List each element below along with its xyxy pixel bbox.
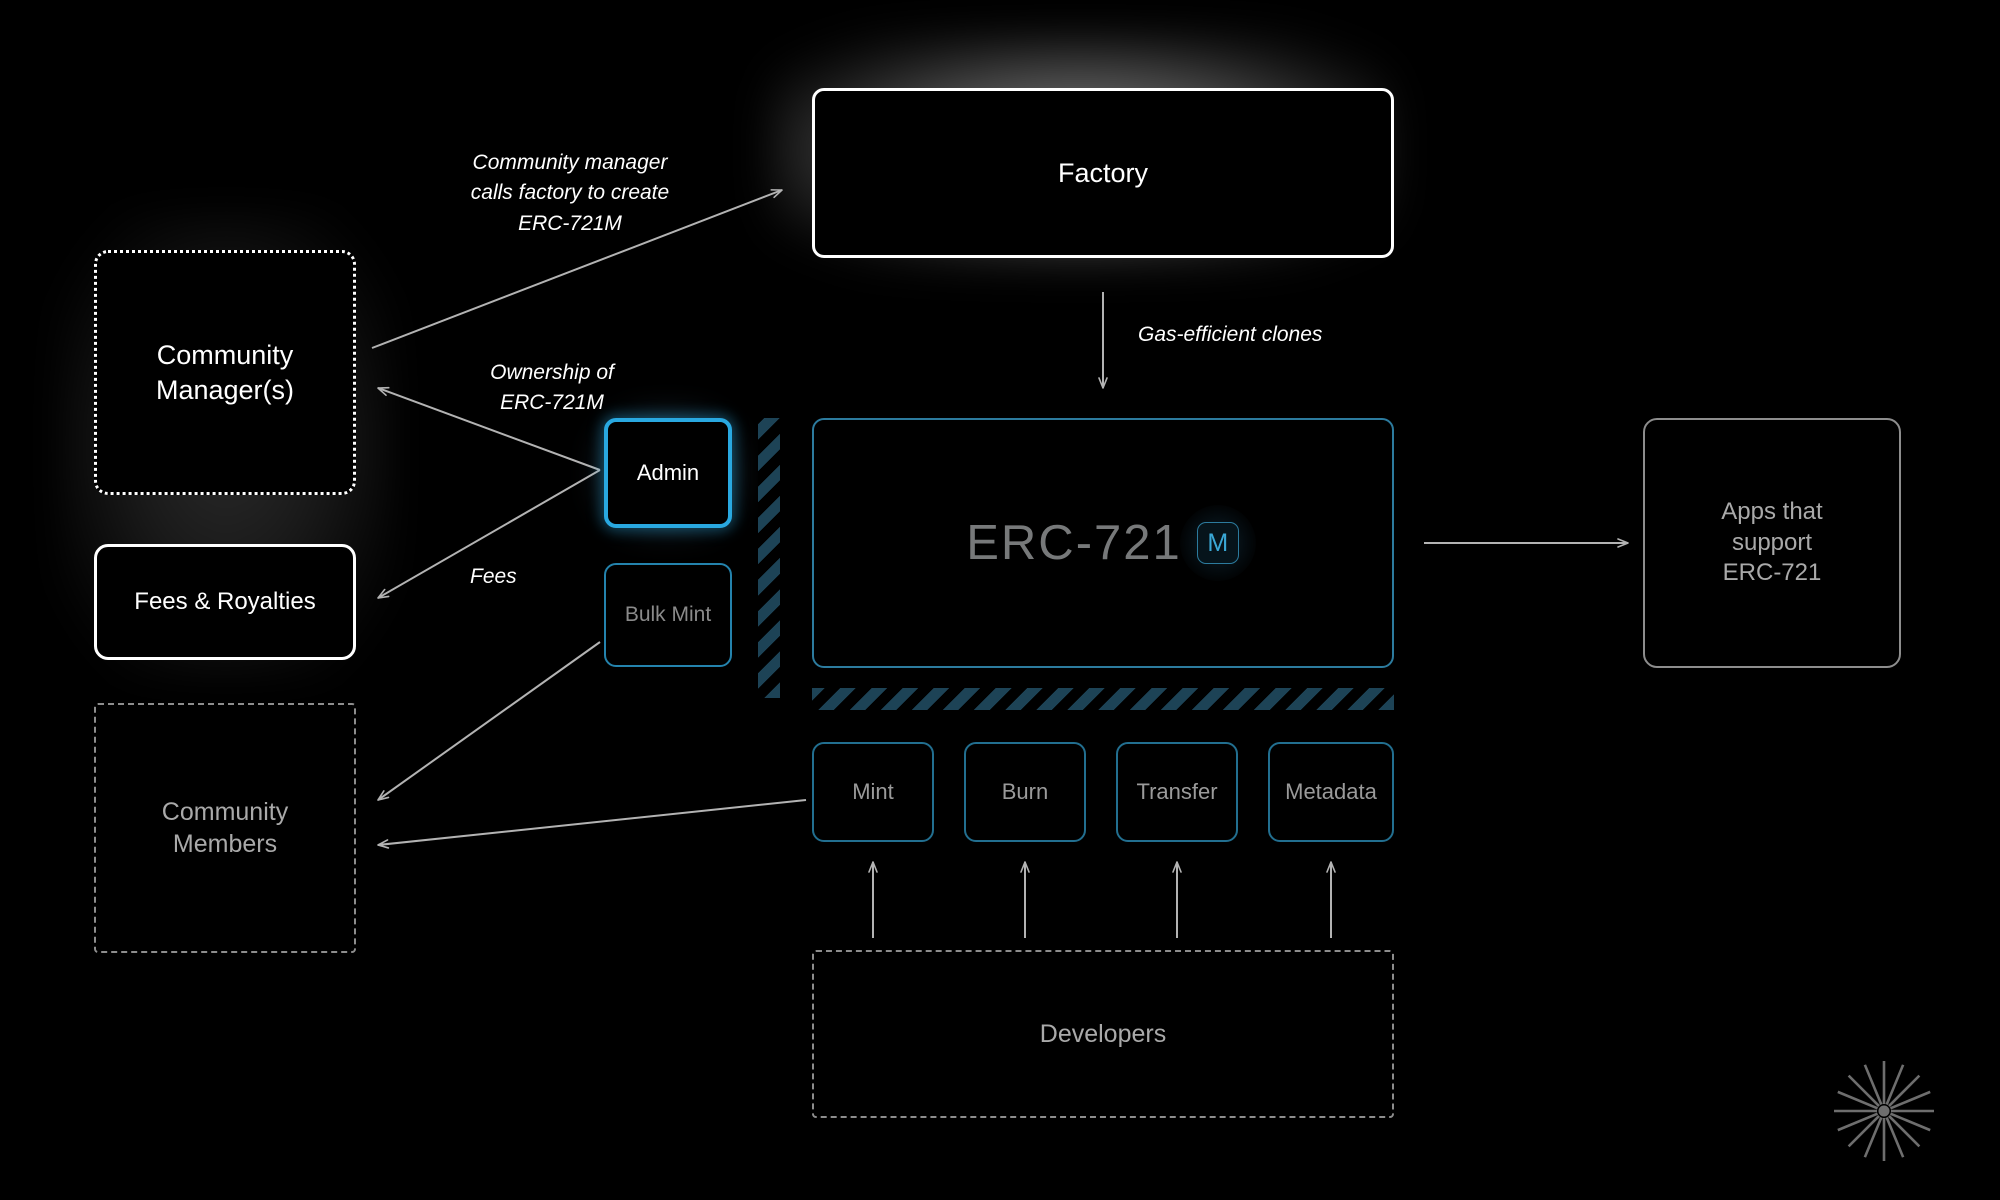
node-function-mint[interactable]: Mint xyxy=(812,742,934,842)
node-developers[interactable]: Developers xyxy=(812,950,1394,1118)
node-admin[interactable]: Admin xyxy=(604,418,732,528)
node-erc721[interactable]: ERC-721 M xyxy=(812,418,1394,668)
edge-label-gas-efficient-clones: Gas-efficient clones xyxy=(1138,323,1323,346)
node-function-burn[interactable]: Burn xyxy=(964,742,1086,842)
edge-label-create-factory: Community manager calls factory to creat… xyxy=(470,151,670,235)
node-function-burn-label: Burn xyxy=(1001,779,1049,804)
node-apps-label: Apps that support ERC-721 xyxy=(1721,497,1823,587)
node-fees-royalties[interactable]: Fees & Royalties xyxy=(94,544,356,660)
erc721-main-text: ERC-721 xyxy=(966,515,1182,570)
node-function-transfer[interactable]: Transfer xyxy=(1116,742,1238,842)
node-function-metadata-label: Metadata xyxy=(1285,779,1377,804)
node-apps-supporting-erc721[interactable]: Apps that support ERC-721 xyxy=(1643,418,1901,668)
edge-bulkmint-to-members xyxy=(377,641,601,801)
erc721-title-group: ERC-721 M xyxy=(966,505,1256,581)
diagram-canvas: Community Manager(s) Fees & Royalties Co… xyxy=(0,0,2000,1200)
hatch-bar-horizontal xyxy=(812,688,1394,710)
node-factory-label: Factory xyxy=(1057,157,1149,188)
edge-label-ownership: Ownership of ERC-721M xyxy=(490,361,614,415)
node-function-metadata[interactable]: Metadata xyxy=(1268,742,1394,842)
node-developers-label: Developers xyxy=(1039,1020,1167,1048)
erc721-m-badge: M xyxy=(1196,522,1239,564)
node-factory[interactable]: Factory xyxy=(812,88,1394,258)
node-community-members-label: Community Members xyxy=(161,798,289,858)
node-bulk-mint-label: Bulk Mint xyxy=(624,602,712,626)
node-admin-label: Admin xyxy=(636,459,700,485)
node-function-transfer-label: Transfer xyxy=(1136,779,1218,804)
starburst-logo xyxy=(1834,1061,1934,1161)
edge-label-fees: Fees xyxy=(470,565,517,588)
hatch-bar-vertical xyxy=(758,418,780,698)
node-community-manager-label: Community Manager(s) xyxy=(155,339,295,405)
node-fees-royalties-label: Fees & Royalties xyxy=(134,587,316,615)
erc721-m-badge-glow: M xyxy=(1179,505,1256,581)
node-function-mint-label: Mint xyxy=(852,779,894,804)
node-community-members[interactable]: Community Members xyxy=(94,703,356,953)
starburst-logo-hub xyxy=(1878,1105,1890,1117)
edge-mint-to-members xyxy=(377,799,807,849)
node-bulk-mint[interactable]: Bulk Mint xyxy=(604,563,732,667)
node-community-manager[interactable]: Community Manager(s) xyxy=(94,250,356,495)
